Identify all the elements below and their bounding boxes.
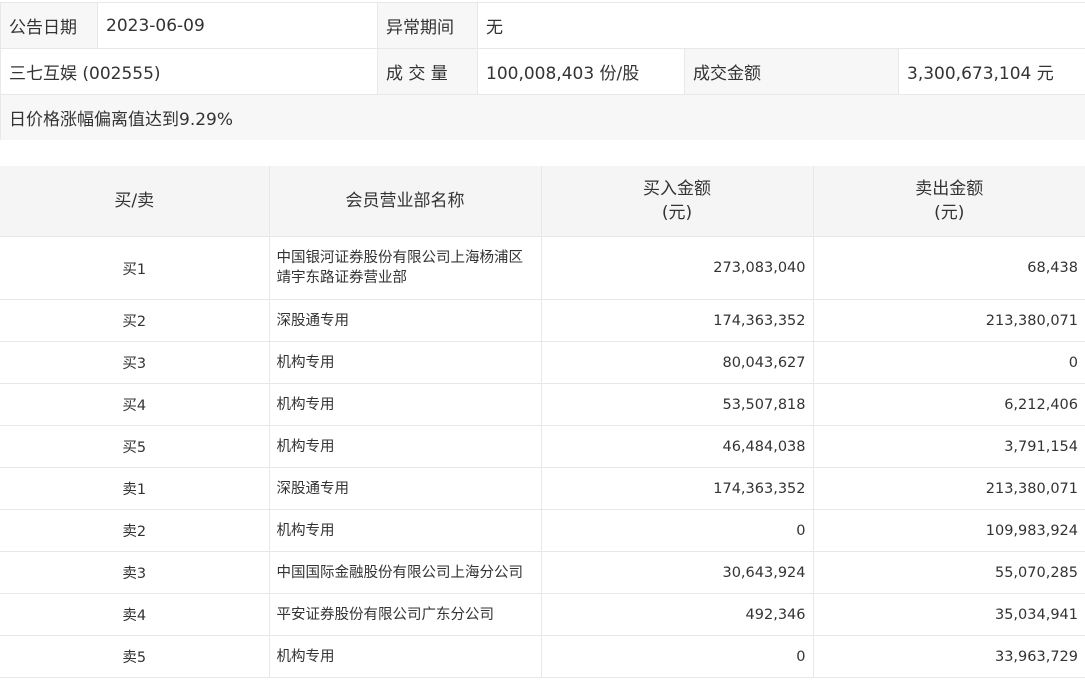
row-side: 卖4 xyxy=(0,593,270,636)
row-side: 买2 xyxy=(0,299,270,342)
row-member: 中国银河证券股份有限公司上海杨浦区靖宇东路证券营业部 xyxy=(269,236,542,300)
row-sell-amount: 0 xyxy=(813,341,1085,384)
row-buy-amount: 80,043,627 xyxy=(541,341,814,384)
row-side: 卖1 xyxy=(0,467,270,510)
info-table: 公告日期 2023-06-09 异常期间 无 三七互娱 (002555) 成 交… xyxy=(0,2,1085,140)
amount-value: 3,300,673,104 元 xyxy=(897,48,1085,95)
row-side: 卖3 xyxy=(0,551,270,594)
row-buy-amount: 273,083,040 xyxy=(541,236,814,300)
row-member: 深股通专用 xyxy=(269,299,542,342)
row-side: 买5 xyxy=(0,425,270,468)
reason-text: 日价格涨幅偏离值达到9.29% xyxy=(0,94,1085,140)
header-side: 买/卖 xyxy=(0,166,270,237)
row-buy-amount: 492,346 xyxy=(541,593,814,636)
volume-label: 成 交 量 xyxy=(377,48,478,95)
row-side: 买1 xyxy=(0,236,270,300)
row-member: 深股通专用 xyxy=(269,467,542,510)
row-member: 机构专用 xyxy=(269,509,542,552)
table-row: 买1 中国银河证券股份有限公司上海杨浦区靖宇东路证券营业部 273,083,04… xyxy=(0,236,1085,300)
row-sell-amount: 109,983,924 xyxy=(813,509,1085,552)
table-row: 买5 机构专用 46,484,038 3,791,154 xyxy=(0,425,1085,468)
table-row: 卖3 中国国际金融股份有限公司上海分公司 30,643,924 55,070,2… xyxy=(0,551,1085,594)
trade-table: 买/卖 会员营业部名称 买入金额 (元) 卖出金额 (元) 买1 中国银河证券股… xyxy=(0,166,1085,678)
table-row: 买3 机构专用 80,043,627 0 xyxy=(0,341,1085,384)
table-row: 卖2 机构专用 0 109,983,924 xyxy=(0,509,1085,552)
row-member: 平安证券股份有限公司广东分公司 xyxy=(269,593,542,636)
row-side: 卖5 xyxy=(0,635,270,678)
row-sell-amount: 213,380,071 xyxy=(813,467,1085,510)
header-sell-unit: (元) xyxy=(934,203,965,223)
stock-name: 三七互娱 (002555) xyxy=(0,48,378,95)
row-buy-amount: 53,507,818 xyxy=(541,383,814,426)
table-row: 买4 机构专用 53,507,818 6,212,406 xyxy=(0,383,1085,426)
table-row: 买2 深股通专用 174,363,352 213,380,071 xyxy=(0,299,1085,342)
row-sell-amount: 35,034,941 xyxy=(813,593,1085,636)
row-buy-amount: 0 xyxy=(541,635,814,678)
date-value: 2023-06-09 xyxy=(97,2,378,49)
period-label: 异常期间 xyxy=(377,2,478,49)
row-buy-amount: 0 xyxy=(541,509,814,552)
period-value: 无 xyxy=(476,2,1085,49)
row-side: 卖2 xyxy=(0,509,270,552)
header-sell-title: 卖出金额 xyxy=(915,179,984,199)
header-buy-title: 买入金额 xyxy=(643,179,711,199)
row-side: 买4 xyxy=(0,383,270,426)
row-buy-amount: 174,363,352 xyxy=(541,467,814,510)
row-sell-amount: 3,791,154 xyxy=(813,425,1085,468)
row-buy-amount: 30,643,924 xyxy=(541,551,814,594)
row-sell-amount: 6,212,406 xyxy=(813,383,1085,426)
table-row: 卖5 机构专用 0 33,963,729 xyxy=(0,635,1085,678)
row-sell-amount: 68,438 xyxy=(813,236,1085,300)
row-sell-amount: 213,380,071 xyxy=(813,299,1085,342)
info-row-date: 公告日期 2023-06-09 异常期间 无 xyxy=(0,2,1085,49)
header-member: 会员营业部名称 xyxy=(269,166,542,237)
row-member: 中国国际金融股份有限公司上海分公司 xyxy=(269,551,542,594)
row-sell-amount: 33,963,729 xyxy=(813,635,1085,678)
row-side: 买3 xyxy=(0,341,270,384)
table-row: 卖1 深股通专用 174,363,352 213,380,071 xyxy=(0,467,1085,510)
row-member: 机构专用 xyxy=(269,341,542,384)
header-buy: 买入金额 (元) xyxy=(541,166,814,237)
info-row-reason: 日价格涨幅偏离值达到9.29% xyxy=(0,94,1085,140)
header-sell: 卖出金额 (元) xyxy=(813,166,1085,237)
date-label: 公告日期 xyxy=(0,2,98,49)
row-member: 机构专用 xyxy=(269,635,542,678)
amount-label: 成交金额 xyxy=(684,48,899,95)
row-member: 机构专用 xyxy=(269,383,542,426)
row-member: 机构专用 xyxy=(269,425,542,468)
trade-table-header: 买/卖 会员营业部名称 买入金额 (元) 卖出金额 (元) xyxy=(0,166,1085,237)
table-row: 卖4 平安证券股份有限公司广东分公司 492,346 35,034,941 xyxy=(0,593,1085,636)
row-buy-amount: 46,484,038 xyxy=(541,425,814,468)
info-row-stock: 三七互娱 (002555) 成 交 量 100,008,403 份/股 成交金额… xyxy=(0,48,1085,95)
row-buy-amount: 174,363,352 xyxy=(541,299,814,342)
header-buy-unit: (元) xyxy=(661,203,693,223)
volume-value: 100,008,403 份/股 xyxy=(477,48,685,95)
row-sell-amount: 55,070,285 xyxy=(813,551,1085,594)
